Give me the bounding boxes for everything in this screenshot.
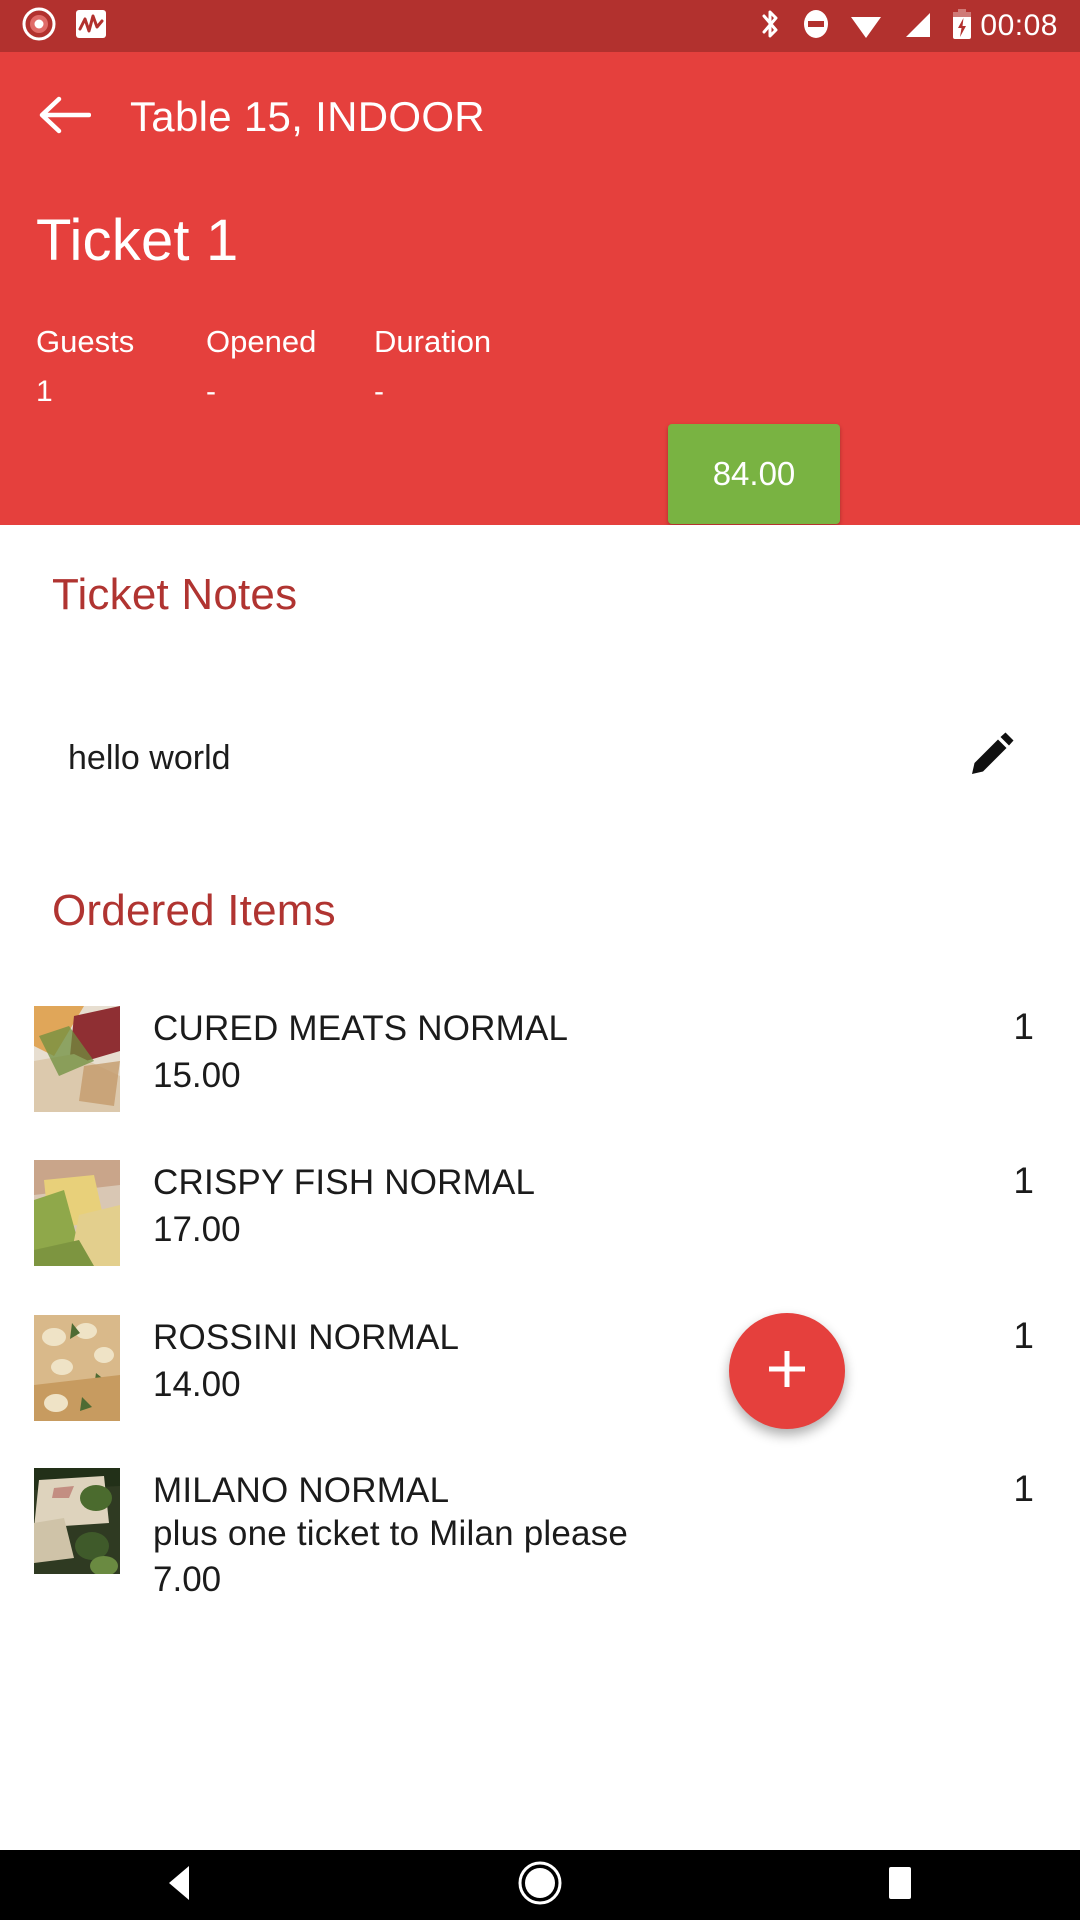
ordered-items-heading: Ordered Items: [52, 886, 336, 935]
stat-duration: Duration -: [374, 324, 574, 409]
item-name: MILANO NORMAL: [153, 1471, 450, 1510]
status-bar-right-icons: [756, 7, 974, 46]
table-row[interactable]: CRISPY FISH NORMAL 17.00 1: [0, 1160, 1080, 1266]
item-quantity: 1: [1013, 1006, 1034, 1047]
pencil-icon: [964, 730, 1016, 787]
stat-guests: Guests 1: [36, 324, 206, 409]
ticket-notes-heading: Ticket Notes: [52, 570, 298, 619]
item-name: CRISPY FISH NORMAL: [153, 1163, 536, 1202]
nav-back-button[interactable]: [0, 1850, 360, 1920]
ticket-note-row[interactable]: hello world: [0, 700, 1080, 816]
item-price: 17.00: [153, 1209, 241, 1249]
stat-duration-value: -: [374, 375, 384, 408]
item-quantity: 1: [1013, 1468, 1034, 1509]
nav-recents-button[interactable]: [720, 1850, 1080, 1920]
back-button[interactable]: [10, 62, 120, 172]
item-quantity: 1: [1013, 1160, 1034, 1201]
edit-note-button[interactable]: [962, 730, 1018, 786]
item-price: 14.00: [153, 1364, 241, 1404]
app-bar: Table 15, INDOOR: [0, 52, 1080, 182]
back-arrow-icon: [39, 94, 92, 141]
status-bar: 00:08: [0, 0, 1080, 52]
table-row[interactable]: ROSSINI NORMAL 14.00 1: [0, 1315, 1080, 1421]
item-price: 15.00: [153, 1055, 241, 1095]
item-quantity: 1: [1013, 1315, 1034, 1356]
back-triangle-icon: [161, 1862, 199, 1909]
stat-opened-label: Opened: [206, 324, 317, 359]
item-name: ROSSINI NORMAL: [153, 1318, 460, 1357]
recents-square-icon: [881, 1863, 919, 1908]
status-bar-left-icons: [22, 7, 108, 46]
table-row[interactable]: MILANO NORMAL plus one ticket to Milan p…: [0, 1468, 1080, 1602]
nav-home-button[interactable]: [360, 1850, 720, 1920]
android-nav-bar: [0, 1850, 1080, 1920]
ticket-total-button[interactable]: 84.00: [668, 424, 840, 524]
cellular-signal-icon: [900, 7, 934, 46]
wifi-icon: [848, 7, 884, 46]
item-thumbnail: [34, 1160, 120, 1266]
stat-opened: Opened -: [206, 324, 374, 409]
item-details: MILANO NORMAL plus one ticket to Milan p…: [153, 1468, 628, 1602]
stat-opened-value: -: [206, 375, 216, 408]
activity-graph-icon: [74, 7, 108, 46]
item-thumbnail: [34, 1468, 120, 1574]
add-item-fab[interactable]: [729, 1313, 845, 1429]
item-details: CRISPY FISH NORMAL 17.00: [153, 1160, 535, 1251]
table-row[interactable]: CURED MEATS NORMAL 15.00 1: [0, 1006, 1080, 1112]
ticket-header: Table 15, INDOOR Ticket 1 Guests 1 Opene…: [0, 52, 1080, 525]
item-thumbnail: [34, 1006, 120, 1112]
app-bar-title: Table 15, INDOOR: [130, 93, 485, 140]
battery-charging-icon: [950, 7, 974, 46]
ticket-name: Ticket 1: [36, 208, 239, 273]
ticket-note-text: hello world: [68, 738, 231, 777]
do-not-disturb-icon: [800, 7, 832, 46]
bluetooth-icon: [756, 7, 784, 46]
item-price: 7.00: [153, 1560, 222, 1600]
stat-guests-value: 1: [36, 375, 53, 408]
record-icon: [22, 7, 56, 46]
item-name: CURED MEATS NORMAL: [153, 1009, 569, 1048]
stat-guests-label: Guests: [36, 324, 135, 359]
home-circle-icon: [516, 1859, 564, 1912]
item-note: plus one ticket to Milan please: [153, 1513, 629, 1553]
plus-icon: [762, 1344, 812, 1399]
item-thumbnail: [34, 1315, 120, 1421]
ticket-stats: Guests 1 Opened - Duration -: [36, 324, 574, 409]
status-bar-clock: 00:08: [980, 9, 1058, 42]
stat-duration-label: Duration: [374, 324, 492, 359]
item-details: CURED MEATS NORMAL 15.00: [153, 1006, 568, 1097]
item-details: ROSSINI NORMAL 14.00: [153, 1315, 459, 1406]
